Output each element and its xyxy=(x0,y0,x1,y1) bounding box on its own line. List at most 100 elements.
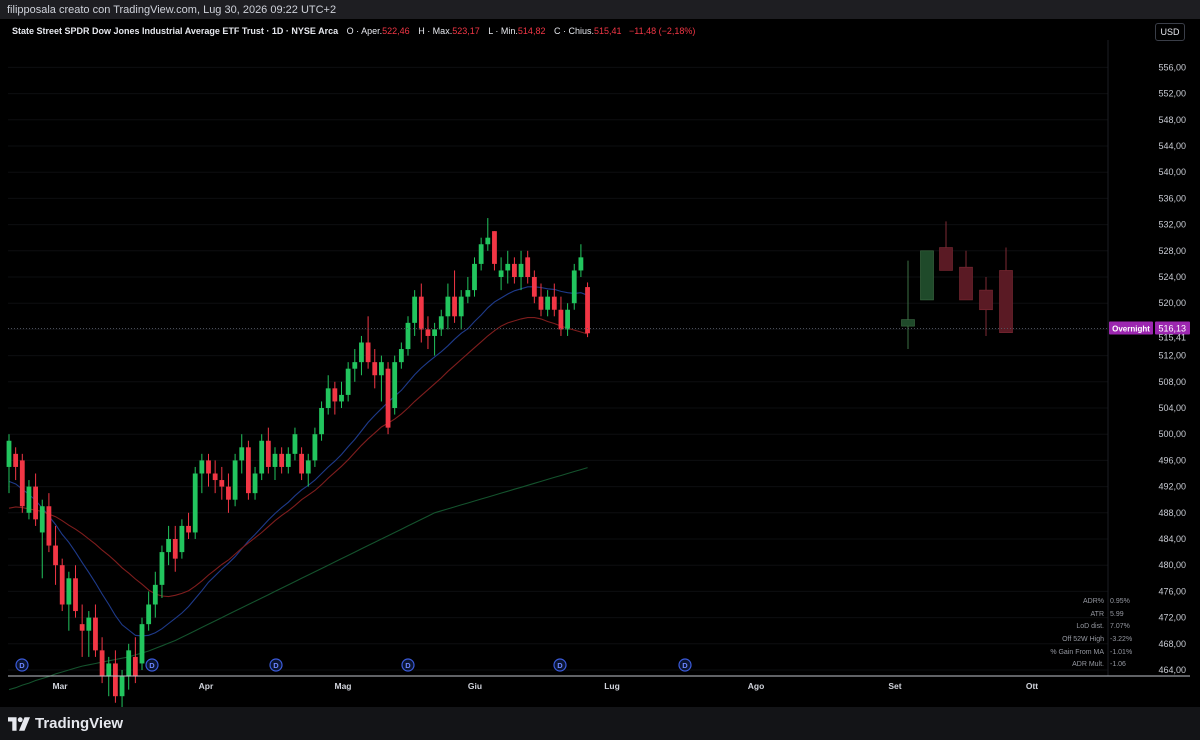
candle xyxy=(472,257,477,297)
candle-body xyxy=(352,362,358,369)
dividend-marker: D xyxy=(678,658,692,672)
y-tick-label: 464,00 xyxy=(1158,665,1186,675)
dividend-letter: D xyxy=(682,661,688,670)
open-value: 522,46 xyxy=(382,26,410,36)
y-tick-label: 528,00 xyxy=(1158,246,1186,256)
candle-body xyxy=(498,270,504,277)
candle-body xyxy=(325,388,331,408)
dividend-marker: D xyxy=(553,658,567,672)
candle xyxy=(525,250,531,284)
candle xyxy=(239,434,245,474)
high-label: H · Max. xyxy=(418,26,453,36)
candle-body xyxy=(531,277,537,297)
candle-body xyxy=(146,604,152,625)
candle-body xyxy=(19,460,25,507)
candle xyxy=(226,473,231,513)
currency-button[interactable]: USD xyxy=(1155,23,1185,41)
candle xyxy=(531,270,537,304)
candle-body xyxy=(345,368,351,395)
candle xyxy=(86,611,92,657)
candle-body xyxy=(113,663,118,697)
projection-body xyxy=(939,247,953,271)
y-tick-label: 536,00 xyxy=(1158,193,1186,203)
x-tick-label: Set xyxy=(888,681,901,691)
candle xyxy=(53,525,58,585)
candle-body xyxy=(232,460,238,500)
candle-body xyxy=(226,486,231,500)
moving-average-mid xyxy=(8,317,588,598)
y-tick-label: 468,00 xyxy=(1158,639,1186,649)
candle-body xyxy=(66,578,72,605)
candle-body xyxy=(239,447,245,461)
x-tick-label: Ott xyxy=(1026,681,1038,691)
candle xyxy=(319,401,324,441)
tradingview-logo-icon xyxy=(8,716,30,731)
x-tick-label: Mag xyxy=(335,681,352,691)
candle xyxy=(232,453,238,507)
stat-row: ADR% 0.95% xyxy=(1040,595,1140,608)
projection-body xyxy=(979,289,993,311)
dividend-letter: D xyxy=(405,661,411,670)
tradingview-logo[interactable]: TradingView xyxy=(8,707,123,740)
stat-label: Off 52W High xyxy=(1062,635,1104,643)
stat-value: -1.01% xyxy=(1110,648,1133,656)
candle xyxy=(312,427,318,467)
y-tick-label: 512,00 xyxy=(1158,351,1186,361)
stat-row: LoD dist. 7.07% xyxy=(1040,620,1140,633)
candle xyxy=(458,290,464,330)
open-label: O · Aper. xyxy=(346,26,383,36)
candle-body xyxy=(319,408,324,435)
candle-body xyxy=(472,263,477,291)
projection-body xyxy=(901,319,915,327)
stat-label: LoD dist. xyxy=(1076,623,1104,631)
candle-body xyxy=(571,270,577,304)
candle xyxy=(299,447,304,481)
dividend-marker: D xyxy=(269,658,283,672)
candle-body xyxy=(6,440,12,467)
y-tick-label: 476,00 xyxy=(1158,586,1186,596)
candle-body xyxy=(132,656,138,677)
candle xyxy=(166,525,171,566)
candle-body xyxy=(485,237,491,245)
y-tick-label: 496,00 xyxy=(1158,455,1186,465)
candle-body xyxy=(279,453,285,467)
candle xyxy=(578,244,584,277)
candle-body xyxy=(565,309,570,330)
candle-body xyxy=(179,525,185,553)
candle xyxy=(272,447,278,481)
stat-value: 0.95% xyxy=(1110,597,1130,605)
x-tick-label: Giu xyxy=(468,681,482,691)
candle xyxy=(219,466,225,500)
price-chart[interactable]: D D D D D D 556,00 552,00 548,00 544,00 540,00 536… xyxy=(0,19,1200,707)
candle xyxy=(518,250,524,291)
candle-body xyxy=(212,473,218,481)
candle xyxy=(19,453,25,513)
candle xyxy=(512,257,517,284)
candle xyxy=(292,427,298,461)
candle xyxy=(372,349,378,389)
candle xyxy=(498,257,504,291)
candle-body xyxy=(478,244,484,264)
candle xyxy=(545,290,551,317)
candle-body xyxy=(206,460,211,474)
candle-body xyxy=(219,480,225,487)
stat-row: % Gain From MA -1.01% xyxy=(1040,646,1140,659)
y-tick-label: 524,00 xyxy=(1158,272,1186,282)
candle xyxy=(179,519,185,559)
candle-body xyxy=(299,453,304,474)
candle-body xyxy=(73,578,78,612)
candle xyxy=(259,434,265,481)
candle-body xyxy=(359,342,364,363)
time-axis[interactable]: Mar Apr Mag Giu Lug Ago Set Ott xyxy=(8,675,1190,691)
candle-body xyxy=(398,349,404,363)
price-axis[interactable]: 556,00 552,00 548,00 544,00 540,00 536,00 532,… xyxy=(1158,62,1186,675)
candle xyxy=(26,480,32,520)
candle xyxy=(279,447,285,474)
candle xyxy=(365,316,371,369)
chart-frame[interactable]: D D D D D D 556,00 552,00 548,00 544,00 540,00 536… xyxy=(0,19,1200,707)
close-value: 515,41 xyxy=(593,26,622,36)
candle xyxy=(432,322,437,356)
candle-body xyxy=(119,676,125,697)
candle-body xyxy=(26,486,32,513)
chart-credit: filipposala creato con TradingView.com, … xyxy=(7,4,337,16)
